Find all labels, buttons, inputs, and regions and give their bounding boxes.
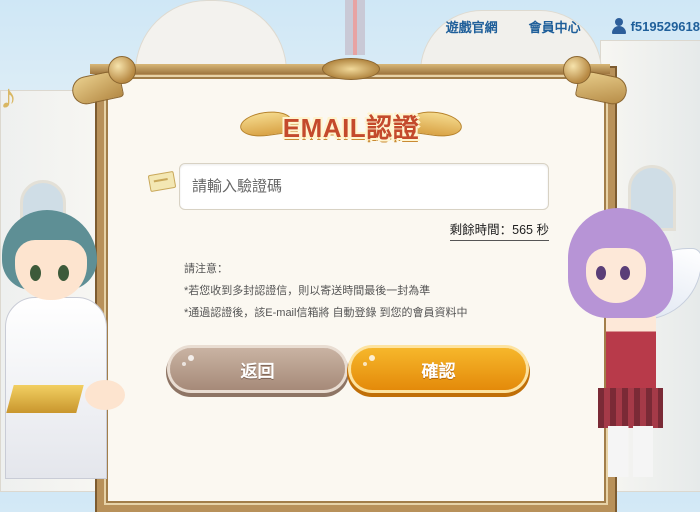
timer-label: 剩餘時間：	[449, 223, 513, 237]
notice-line: *通過認證後，該E-mail信箱將 自動登錄 到您的會員資料中	[184, 307, 468, 319]
top-navigation: 遊戲官網 會員中心 f519529618	[446, 15, 700, 37]
character-girl-illustration	[568, 208, 700, 477]
frame-ornament-left	[69, 52, 142, 107]
notice-line: *若您收到多封認證信，則以寄送時間最後一封為準	[184, 285, 431, 297]
back-button-label: 返回	[240, 361, 275, 381]
title-banner: EMAIL認證	[238, 104, 464, 146]
back-button[interactable]: 返回	[170, 348, 345, 390]
background-dome	[135, 0, 287, 72]
user-icon	[611, 18, 626, 34]
timer-value: 565 秒	[512, 223, 549, 237]
notice-heading: 請注意：	[184, 263, 228, 275]
frame-ornament-center	[322, 58, 380, 80]
confirm-button[interactable]: 確認	[351, 348, 526, 390]
member-center-link[interactable]: 會員中心	[529, 17, 581, 36]
confirm-button-label: 確認	[421, 361, 456, 381]
background-flag	[345, 0, 365, 55]
user-account[interactable]: f519529618	[611, 18, 700, 34]
page-title: EMAIL認證	[282, 113, 420, 143]
notice-block: 請注意： *若您收到多封認證信，則以寄送時間最後一封為準 *通過認證後，該E-m…	[184, 258, 468, 324]
official-site-link[interactable]: 遊戲官網	[446, 17, 498, 36]
music-note-icon: ♪	[0, 78, 17, 116]
username: f519529618	[630, 18, 700, 34]
countdown-timer: 剩餘時間：565 秒	[449, 219, 549, 241]
character-boy-illustration	[0, 205, 135, 479]
verification-code-input[interactable]	[179, 163, 549, 210]
frame-ornament-right	[555, 52, 630, 107]
